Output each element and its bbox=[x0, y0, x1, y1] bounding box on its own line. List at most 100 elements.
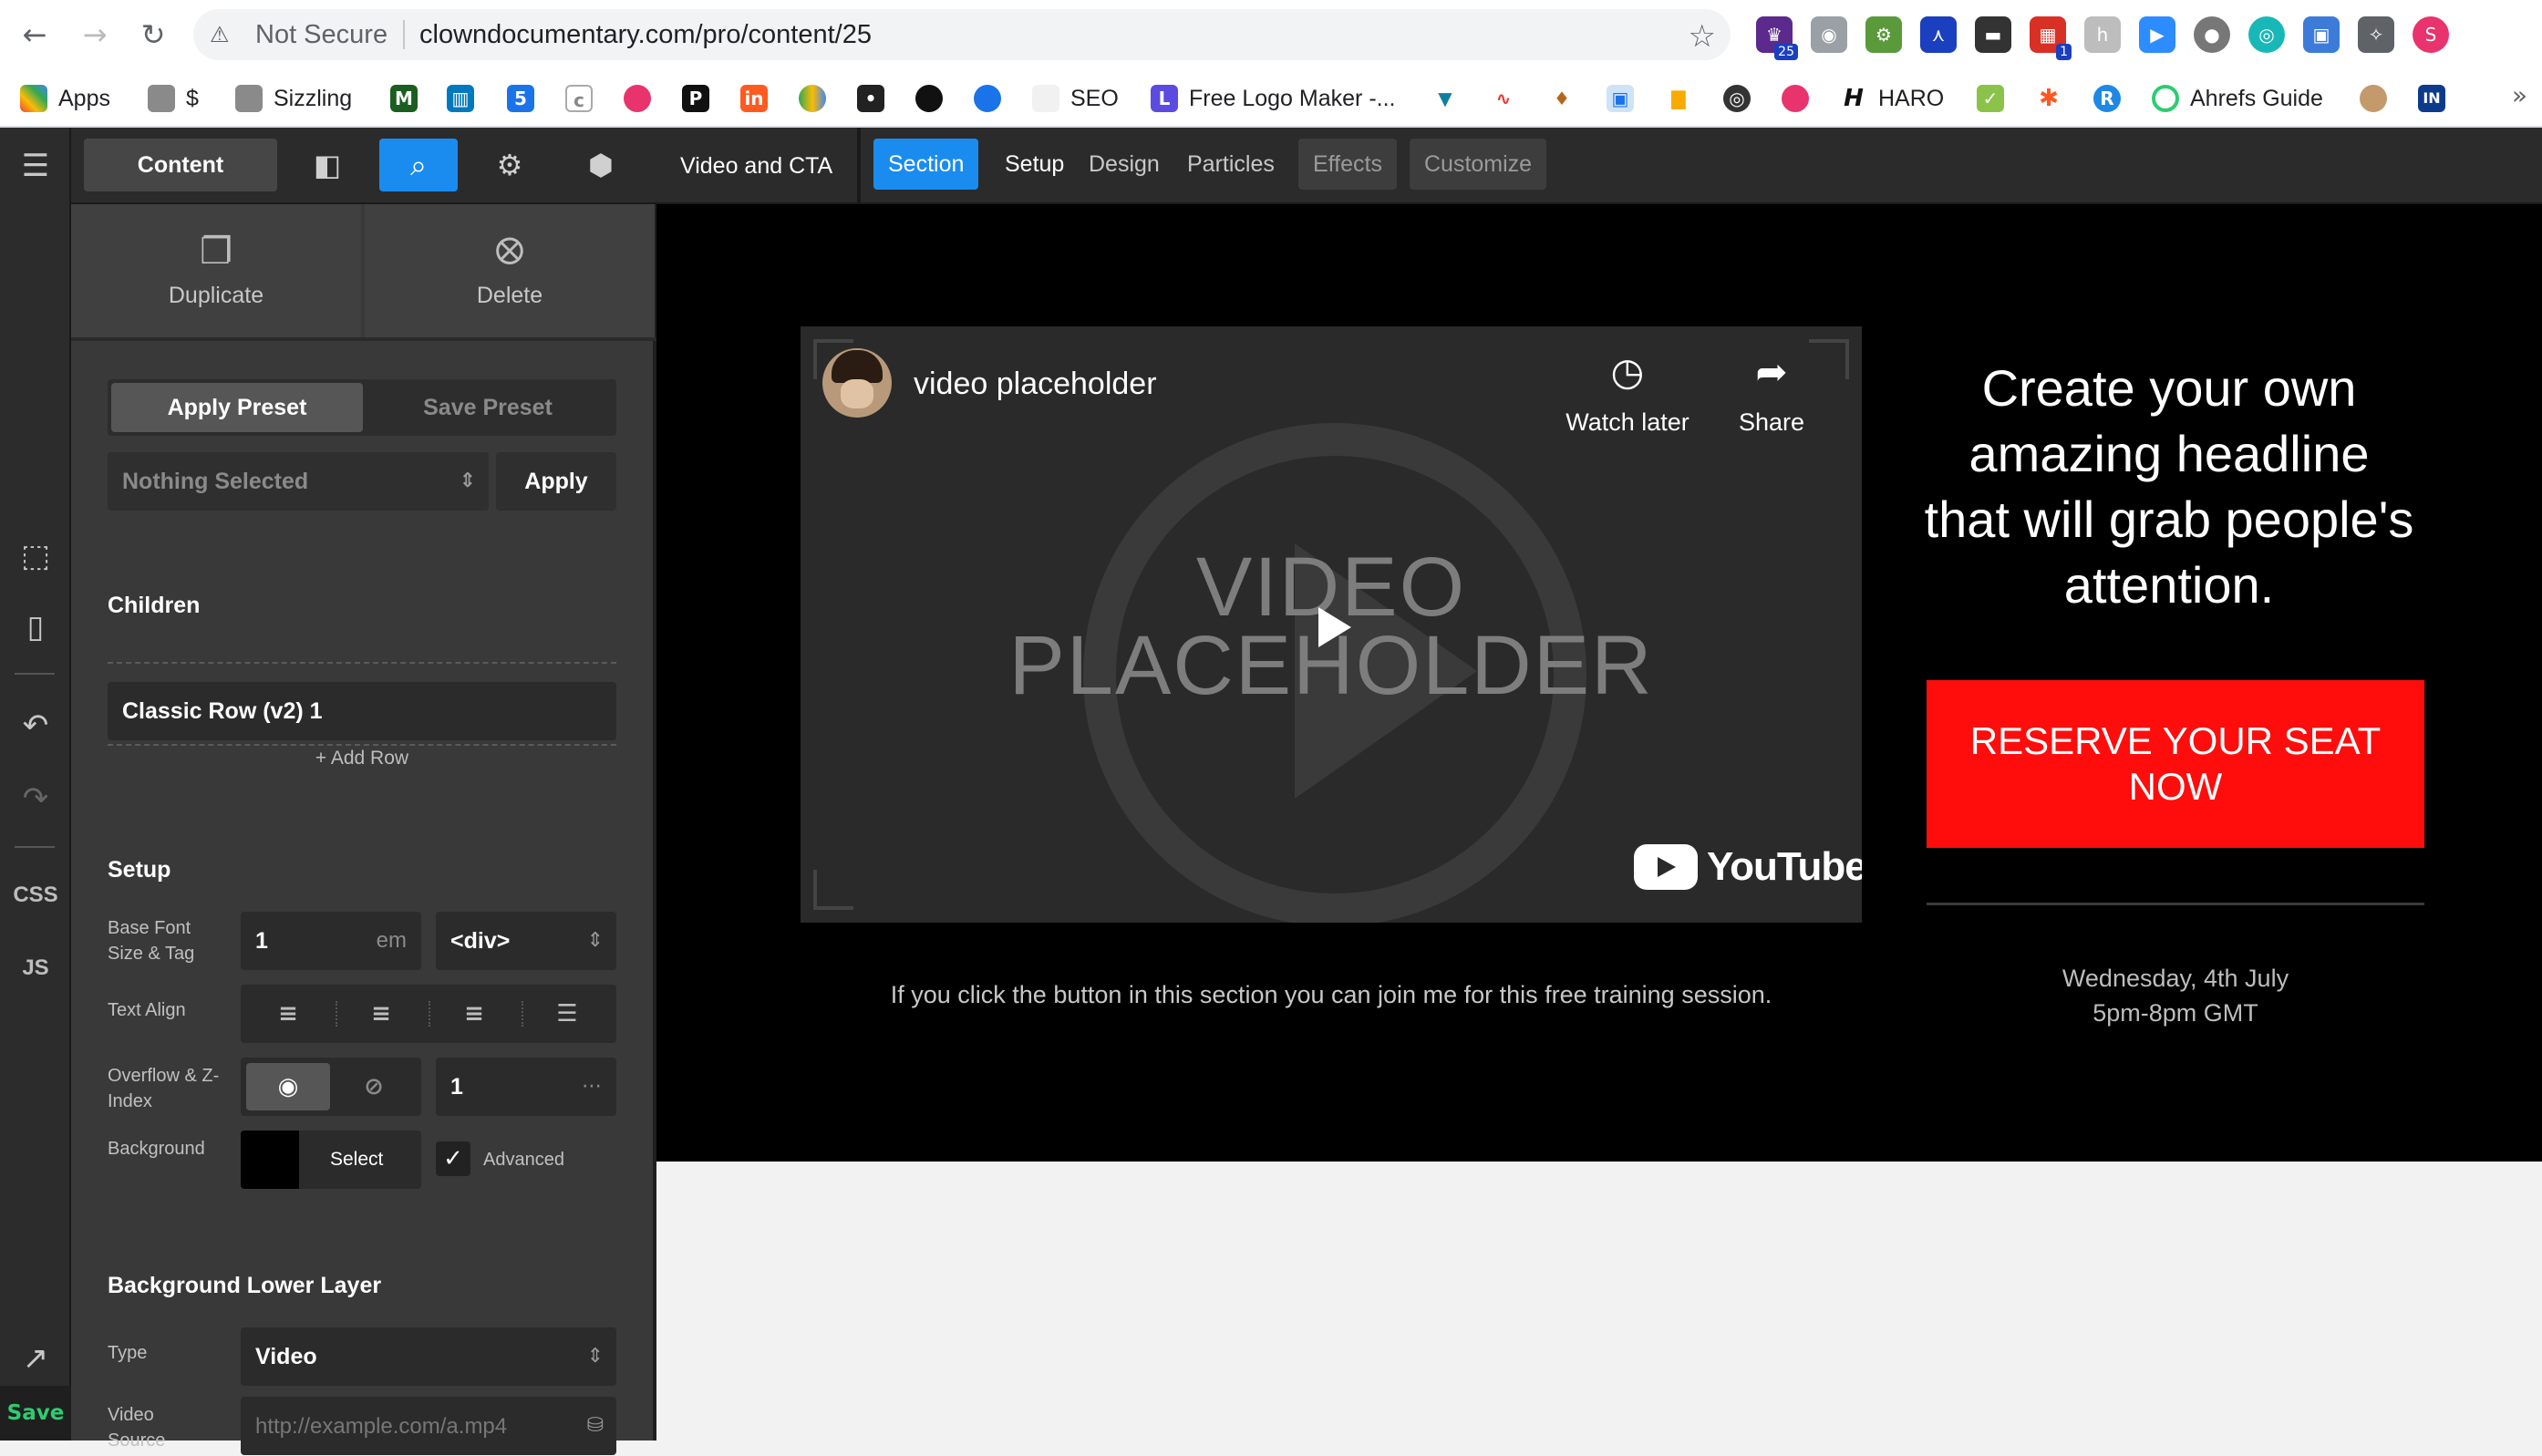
bookmark-haro[interactable]: H HARO bbox=[1840, 80, 1944, 117]
apply-preset-tab[interactable]: Apply Preset bbox=[111, 383, 363, 432]
bookmark-drive[interactable] bbox=[799, 80, 837, 117]
bookmark-star-icon[interactable]: ☆ bbox=[1689, 18, 1716, 55]
bookmark-m[interactable]: M bbox=[390, 80, 429, 117]
delete-button[interactable]: ⭙ Delete bbox=[365, 204, 655, 337]
extensions-puzzle-icon[interactable]: ✧ bbox=[2358, 16, 2394, 53]
apply-button[interactable]: Apply bbox=[496, 452, 616, 511]
align-right-icon[interactable]: ≡ bbox=[429, 985, 520, 1043]
align-left-icon[interactable]: ≡ bbox=[243, 985, 334, 1043]
z-index-input[interactable]: 1 ⋯ bbox=[436, 1058, 616, 1116]
extension-y-icon[interactable]: ⋏ bbox=[1920, 16, 1957, 53]
bookmark-avatar[interactable] bbox=[2360, 80, 2398, 117]
visible-eye-icon[interactable]: ◉ bbox=[246, 1063, 330, 1110]
bookmark-seo[interactable]: SEO bbox=[1032, 80, 1119, 117]
bookmark-red-dot[interactable]: • bbox=[857, 80, 895, 117]
forward-icon[interactable]: → bbox=[77, 16, 113, 53]
add-element-icon[interactable]: ⬚ bbox=[0, 529, 71, 583]
bookmark-ahrefs[interactable]: Ahrefs Guide bbox=[2152, 80, 2323, 117]
add-row-button[interactable]: + Add Row bbox=[108, 748, 616, 769]
menu-icon[interactable]: ☰ bbox=[0, 139, 71, 193]
element-title[interactable]: Video and CTA bbox=[680, 128, 832, 204]
bookmark-pulse[interactable]: ∿ bbox=[1490, 80, 1528, 117]
bookmark-globe[interactable]: ◎ bbox=[1723, 80, 1762, 117]
extension-mask-icon[interactable]: ▬ bbox=[1975, 16, 2011, 53]
js-button[interactable]: JS bbox=[0, 941, 71, 996]
bookmark-bars[interactable]: ▇ bbox=[1665, 80, 1703, 117]
share-button[interactable]: ➦ Share bbox=[1703, 348, 1840, 437]
save-preset-tab[interactable]: Save Preset bbox=[363, 383, 613, 432]
reserve-seat-button[interactable]: RESERVE YOUR SEAT NOW bbox=[1927, 680, 2424, 848]
zoom-icon[interactable]: ▶ bbox=[2139, 16, 2175, 53]
tab-effects[interactable]: Effects bbox=[1298, 139, 1397, 190]
bookmark-asterisk[interactable]: ✱ bbox=[2035, 80, 2073, 117]
bookmark-apps[interactable]: Apps bbox=[20, 80, 110, 117]
url-text[interactable]: clowndocumentary.com/pro/content/25 bbox=[419, 20, 872, 50]
child-row-item[interactable]: Classic Row (v2) 1 bbox=[108, 682, 616, 740]
tag-select[interactable]: <div> ⇕ bbox=[436, 912, 616, 970]
extension-h-icon[interactable]: h bbox=[2084, 16, 2121, 53]
not-secure-label[interactable]: Not Secure bbox=[255, 20, 388, 50]
tab-section[interactable]: Section bbox=[873, 139, 979, 190]
bookmark-in[interactable]: in bbox=[740, 80, 779, 117]
extension-globe-icon[interactable]: ◎ bbox=[2248, 16, 2285, 53]
bookmark-p[interactable]: P bbox=[682, 80, 720, 117]
bookmark-folder-dollar[interactable]: $ bbox=[148, 80, 199, 117]
profile-avatar-icon[interactable]: S bbox=[2413, 16, 2449, 53]
extension-box-icon[interactable]: ▣ bbox=[2303, 16, 2340, 53]
youtube-embed[interactable]: VIDEO PLACEHOLDER video placeholder ◷ Wa… bbox=[801, 326, 1862, 923]
bookmark-circle[interactable] bbox=[915, 80, 954, 117]
extension-hat-icon[interactable]: ♛ 25 bbox=[1756, 16, 1798, 60]
extension-link-icon[interactable]: ⚙ bbox=[1865, 16, 1902, 53]
reload-icon[interactable]: ↻ bbox=[135, 16, 171, 53]
css-button[interactable]: CSS bbox=[0, 868, 71, 923]
bookmark-folder-sizzling[interactable]: Sizzling bbox=[235, 80, 352, 117]
gear-icon[interactable]: ⚙ bbox=[470, 139, 549, 191]
video-cta-section[interactable]: VIDEO PLACEHOLDER video placeholder ◷ Wa… bbox=[656, 204, 2542, 1162]
more-icon[interactable]: ⋯ bbox=[582, 1058, 602, 1116]
youtube-logo[interactable]: YouTube bbox=[1634, 844, 1862, 890]
bookmark-check[interactable]: ✓ bbox=[1977, 80, 2015, 117]
bookmark-pink[interactable] bbox=[624, 80, 662, 117]
external-link-icon[interactable]: ↗ bbox=[0, 1331, 71, 1386]
extension-calendar-icon[interactable]: ▦ 1 bbox=[2030, 16, 2072, 60]
bookmark-calendar[interactable]: 5 bbox=[507, 80, 545, 117]
camera-icon[interactable]: ◉ bbox=[1811, 16, 1847, 53]
bookmark-trello[interactable]: ▥ bbox=[447, 80, 485, 117]
watch-later-button[interactable]: ◷ Watch later bbox=[1559, 348, 1696, 437]
mobile-preview-icon[interactable]: ▯ bbox=[0, 600, 71, 655]
bookmark-pink-2[interactable] bbox=[1782, 80, 1820, 117]
advanced-checkbox[interactable]: ✓ bbox=[436, 1141, 470, 1176]
bookmark-c[interactable]: c bbox=[565, 80, 604, 117]
bookmark-logo-maker[interactable]: L Free Logo Maker -... bbox=[1151, 80, 1395, 117]
video-source-input[interactable]: http://example.com/a.mp4 ⛁ bbox=[241, 1397, 616, 1455]
tab-particles[interactable]: Particles bbox=[1173, 139, 1289, 190]
align-justify-icon[interactable]: ☰ bbox=[522, 985, 613, 1043]
type-select[interactable]: Video ⇕ bbox=[241, 1327, 616, 1386]
play-icon[interactable] bbox=[1300, 596, 1362, 658]
undo-icon[interactable]: ↶ bbox=[0, 698, 71, 753]
bookmark-chat[interactable] bbox=[974, 80, 1012, 117]
video-title[interactable]: video placeholder bbox=[914, 367, 1157, 402]
layout-panel-icon[interactable]: ◧ bbox=[288, 139, 367, 191]
background-picker[interactable]: Select bbox=[241, 1131, 421, 1189]
preset-select[interactable]: Nothing Selected ⇕ bbox=[108, 452, 489, 511]
bookmark-robot[interactable]: ▣ bbox=[1607, 80, 1645, 117]
bookmark-vee[interactable]: ▼ bbox=[1431, 80, 1470, 117]
tab-setup[interactable]: Setup bbox=[990, 139, 1079, 190]
tab-design[interactable]: Design bbox=[1074, 139, 1174, 190]
bookmark-in-box[interactable]: IN bbox=[2418, 80, 2456, 117]
align-center-icon[interactable]: ≡ bbox=[336, 985, 427, 1043]
bookmark-deer[interactable]: ♦ bbox=[1548, 80, 1586, 117]
bookmark-r[interactable]: R bbox=[2093, 80, 2132, 117]
address-bar[interactable]: ⚠ Not Secure clowndocumentary.com/pro/co… bbox=[193, 9, 1731, 60]
search-icon[interactable]: ⌕ bbox=[379, 139, 458, 191]
redo-icon[interactable]: ↷ bbox=[0, 771, 71, 826]
layers-icon[interactable]: ⬢ bbox=[562, 139, 640, 191]
bookmarks-overflow-icon[interactable]: » bbox=[2512, 80, 2527, 110]
save-button[interactable]: Save bbox=[0, 1386, 71, 1441]
channel-avatar[interactable] bbox=[822, 348, 892, 418]
duplicate-button[interactable]: ❐ Duplicate bbox=[71, 204, 361, 337]
database-icon[interactable]: ⛁ bbox=[587, 1397, 604, 1455]
tab-content[interactable]: Content bbox=[84, 139, 277, 191]
base-font-input[interactable]: 1 em bbox=[241, 912, 421, 970]
